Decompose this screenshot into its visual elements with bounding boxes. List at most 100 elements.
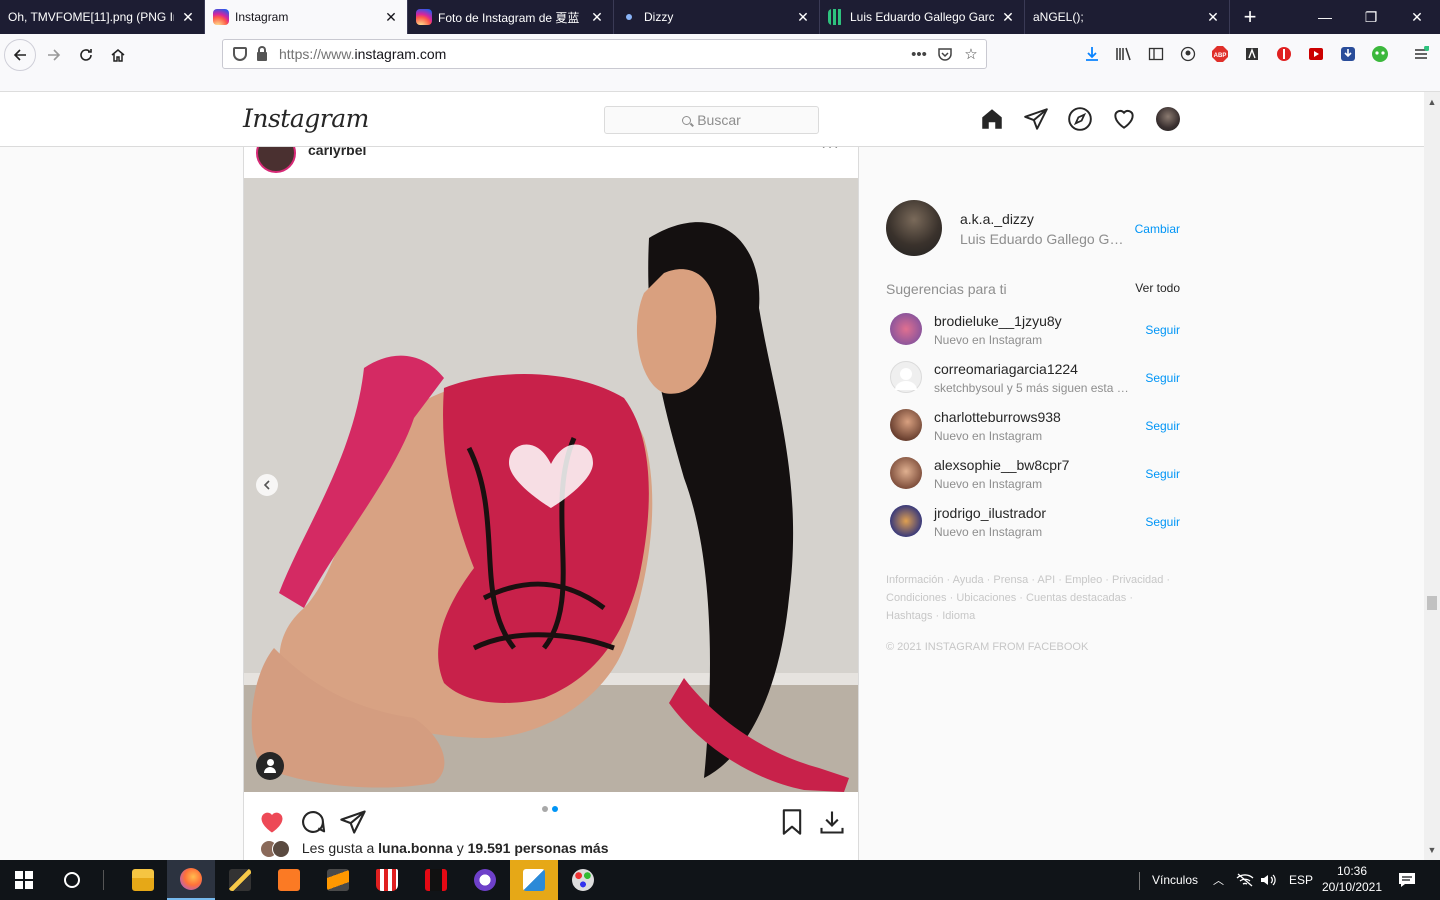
- close-icon[interactable]: ✕: [383, 9, 399, 26]
- page-scrollbar[interactable]: ▲ ▼: [1424, 92, 1440, 860]
- restore-button[interactable]: ❐: [1348, 0, 1394, 34]
- close-icon[interactable]: ✕: [589, 9, 605, 26]
- suggestion-username[interactable]: alexsophie__bw8cpr7: [934, 457, 1069, 473]
- page-actions-button[interactable]: •••: [908, 43, 930, 65]
- notifications-icon[interactable]: [1398, 860, 1416, 900]
- switch-account-button[interactable]: Cambiar: [1135, 222, 1180, 236]
- avatar[interactable]: [886, 200, 942, 256]
- lock-icon[interactable]: [257, 45, 267, 61]
- taskbar-xd[interactable]: [510, 860, 558, 900]
- share-icon[interactable]: [339, 808, 367, 836]
- close-icon[interactable]: ✕: [1205, 9, 1221, 26]
- menu-icon[interactable]: [1410, 43, 1432, 65]
- likes-user-link[interactable]: luna.bonna: [378, 840, 453, 856]
- bookmark-star-icon[interactable]: ☆: [960, 43, 982, 65]
- tab-dizzy[interactable]: Dizzy ✕: [614, 0, 820, 34]
- carousel-prev-button[interactable]: [256, 474, 278, 496]
- close-icon[interactable]: ✕: [795, 9, 811, 26]
- follow-button[interactable]: Seguir: [1145, 371, 1180, 385]
- links-toolbar[interactable]: Vínculos: [1152, 860, 1198, 900]
- search-input[interactable]: Buscar: [604, 106, 819, 134]
- like-heart-icon[interactable]: [258, 808, 286, 836]
- new-tab-button[interactable]: +: [1230, 0, 1270, 34]
- close-icon[interactable]: ✕: [1000, 9, 1016, 26]
- start-button[interactable]: [0, 860, 48, 900]
- taskbar-paint[interactable]: [559, 860, 607, 900]
- scroll-down-icon[interactable]: ▼: [1424, 842, 1440, 858]
- chevron-up-icon[interactable]: ︿: [1213, 860, 1224, 900]
- follow-button[interactable]: Seguir: [1145, 467, 1180, 481]
- download-helper-icon[interactable]: [1337, 43, 1359, 65]
- cortana-button[interactable]: [48, 860, 96, 900]
- comment-icon[interactable]: [299, 808, 327, 836]
- account-icon[interactable]: [1177, 43, 1199, 65]
- footer-links-line[interactable]: Información · Ayuda · Prensa · API · Emp…: [886, 571, 1180, 589]
- save-bookmark-icon[interactable]: [778, 808, 806, 836]
- footer-links-line[interactable]: Condiciones · Ubicaciones · Cuentas dest…: [886, 589, 1180, 607]
- sidebar-icon[interactable]: [1145, 43, 1167, 65]
- direct-message-icon[interactable]: [1023, 106, 1049, 132]
- likes-count-link[interactable]: 19.591 personas más: [468, 840, 609, 856]
- stop-extension-icon[interactable]: [1273, 43, 1295, 65]
- scroll-up-icon[interactable]: ▲: [1424, 94, 1440, 110]
- url-text[interactable]: https://www.instagram.com: [279, 46, 908, 62]
- avatar[interactable]: [1156, 107, 1180, 131]
- download-icon[interactable]: [818, 808, 846, 836]
- taskbar-xampp[interactable]: [265, 860, 313, 900]
- green-extension-icon[interactable]: [1369, 43, 1391, 65]
- follow-button[interactable]: Seguir: [1145, 323, 1180, 337]
- footer-links-line[interactable]: Hashtags · Idioma: [886, 607, 1180, 625]
- tagged-users-button[interactable]: [256, 752, 284, 780]
- back-button[interactable]: [4, 39, 36, 71]
- clock[interactable]: 10:36 20/10/2021: [1318, 863, 1386, 895]
- taskbar-firefox[interactable]: [167, 860, 215, 900]
- see-all-button[interactable]: Ver todo: [1135, 281, 1180, 295]
- taskbar-app-pen[interactable]: [216, 860, 264, 900]
- suggestion-username[interactable]: charlotteburrows938: [934, 409, 1061, 425]
- youtube-extension-icon[interactable]: [1305, 43, 1327, 65]
- home-button[interactable]: [102, 39, 134, 71]
- suggestion-username[interactable]: correomariagarcia1224: [934, 361, 1078, 377]
- avatar[interactable]: [890, 457, 922, 489]
- network-icon[interactable]: [1236, 860, 1254, 900]
- address-bar[interactable]: https://www.instagram.com ••• ☆: [222, 39, 987, 69]
- tracking-protection-icon[interactable]: [233, 47, 247, 61]
- extension-icon[interactable]: [1241, 43, 1263, 65]
- post-options-button[interactable]: ···: [821, 147, 840, 156]
- taskbar-popcorn[interactable]: [363, 860, 411, 900]
- pocket-icon[interactable]: [934, 43, 956, 65]
- minimize-button[interactable]: —: [1302, 0, 1348, 34]
- taskbar-file-explorer[interactable]: [119, 860, 167, 900]
- reload-button[interactable]: [70, 39, 102, 71]
- avatar[interactable]: [890, 313, 922, 345]
- taskbar-github[interactable]: [461, 860, 509, 900]
- forward-button[interactable]: [38, 39, 70, 71]
- scrollbar-thumb[interactable]: [1427, 596, 1437, 610]
- library-icon[interactable]: [1113, 43, 1135, 65]
- activity-heart-icon[interactable]: [1111, 106, 1137, 132]
- home-icon[interactable]: [979, 106, 1005, 132]
- volume-icon[interactable]: [1260, 860, 1276, 900]
- close-icon[interactable]: ✕: [180, 9, 196, 26]
- follow-button[interactable]: Seguir: [1145, 419, 1180, 433]
- tab-instagram[interactable]: Instagram ✕: [205, 0, 408, 34]
- avatar[interactable]: [890, 361, 922, 393]
- downloads-icon[interactable]: [1081, 43, 1103, 65]
- tab-angel[interactable]: aNGEL(); ✕: [1025, 0, 1230, 34]
- adblock-icon[interactable]: ABP: [1209, 43, 1231, 65]
- tab-instagram-photo[interactable]: Foto de Instagram de 夏蓝 ✕: [408, 0, 614, 34]
- suggestion-username[interactable]: brodieluke__1jzyu8y: [934, 313, 1062, 329]
- post-username[interactable]: carlyrbel: [308, 147, 366, 158]
- close-window-button[interactable]: ✕: [1394, 0, 1440, 34]
- explore-icon[interactable]: [1067, 106, 1093, 132]
- tab-image-viewer[interactable]: Oh, TMVFOME[11].png (PNG Im ✕: [0, 0, 205, 34]
- taskbar-netflix[interactable]: [412, 860, 460, 900]
- suggestion-username[interactable]: jrodrigo_ilustrador: [934, 505, 1046, 521]
- instagram-logo[interactable]: Instagram: [243, 104, 369, 133]
- tab-profile-stats[interactable]: Luis Eduardo Gallego Garcí ✕: [820, 0, 1025, 34]
- post-author-avatar[interactable]: [256, 147, 296, 173]
- follow-button[interactable]: Seguir: [1145, 515, 1180, 529]
- taskbar-sublime[interactable]: [314, 860, 362, 900]
- current-username[interactable]: a.k.a._dizzy: [960, 211, 1034, 227]
- avatar[interactable]: [890, 409, 922, 441]
